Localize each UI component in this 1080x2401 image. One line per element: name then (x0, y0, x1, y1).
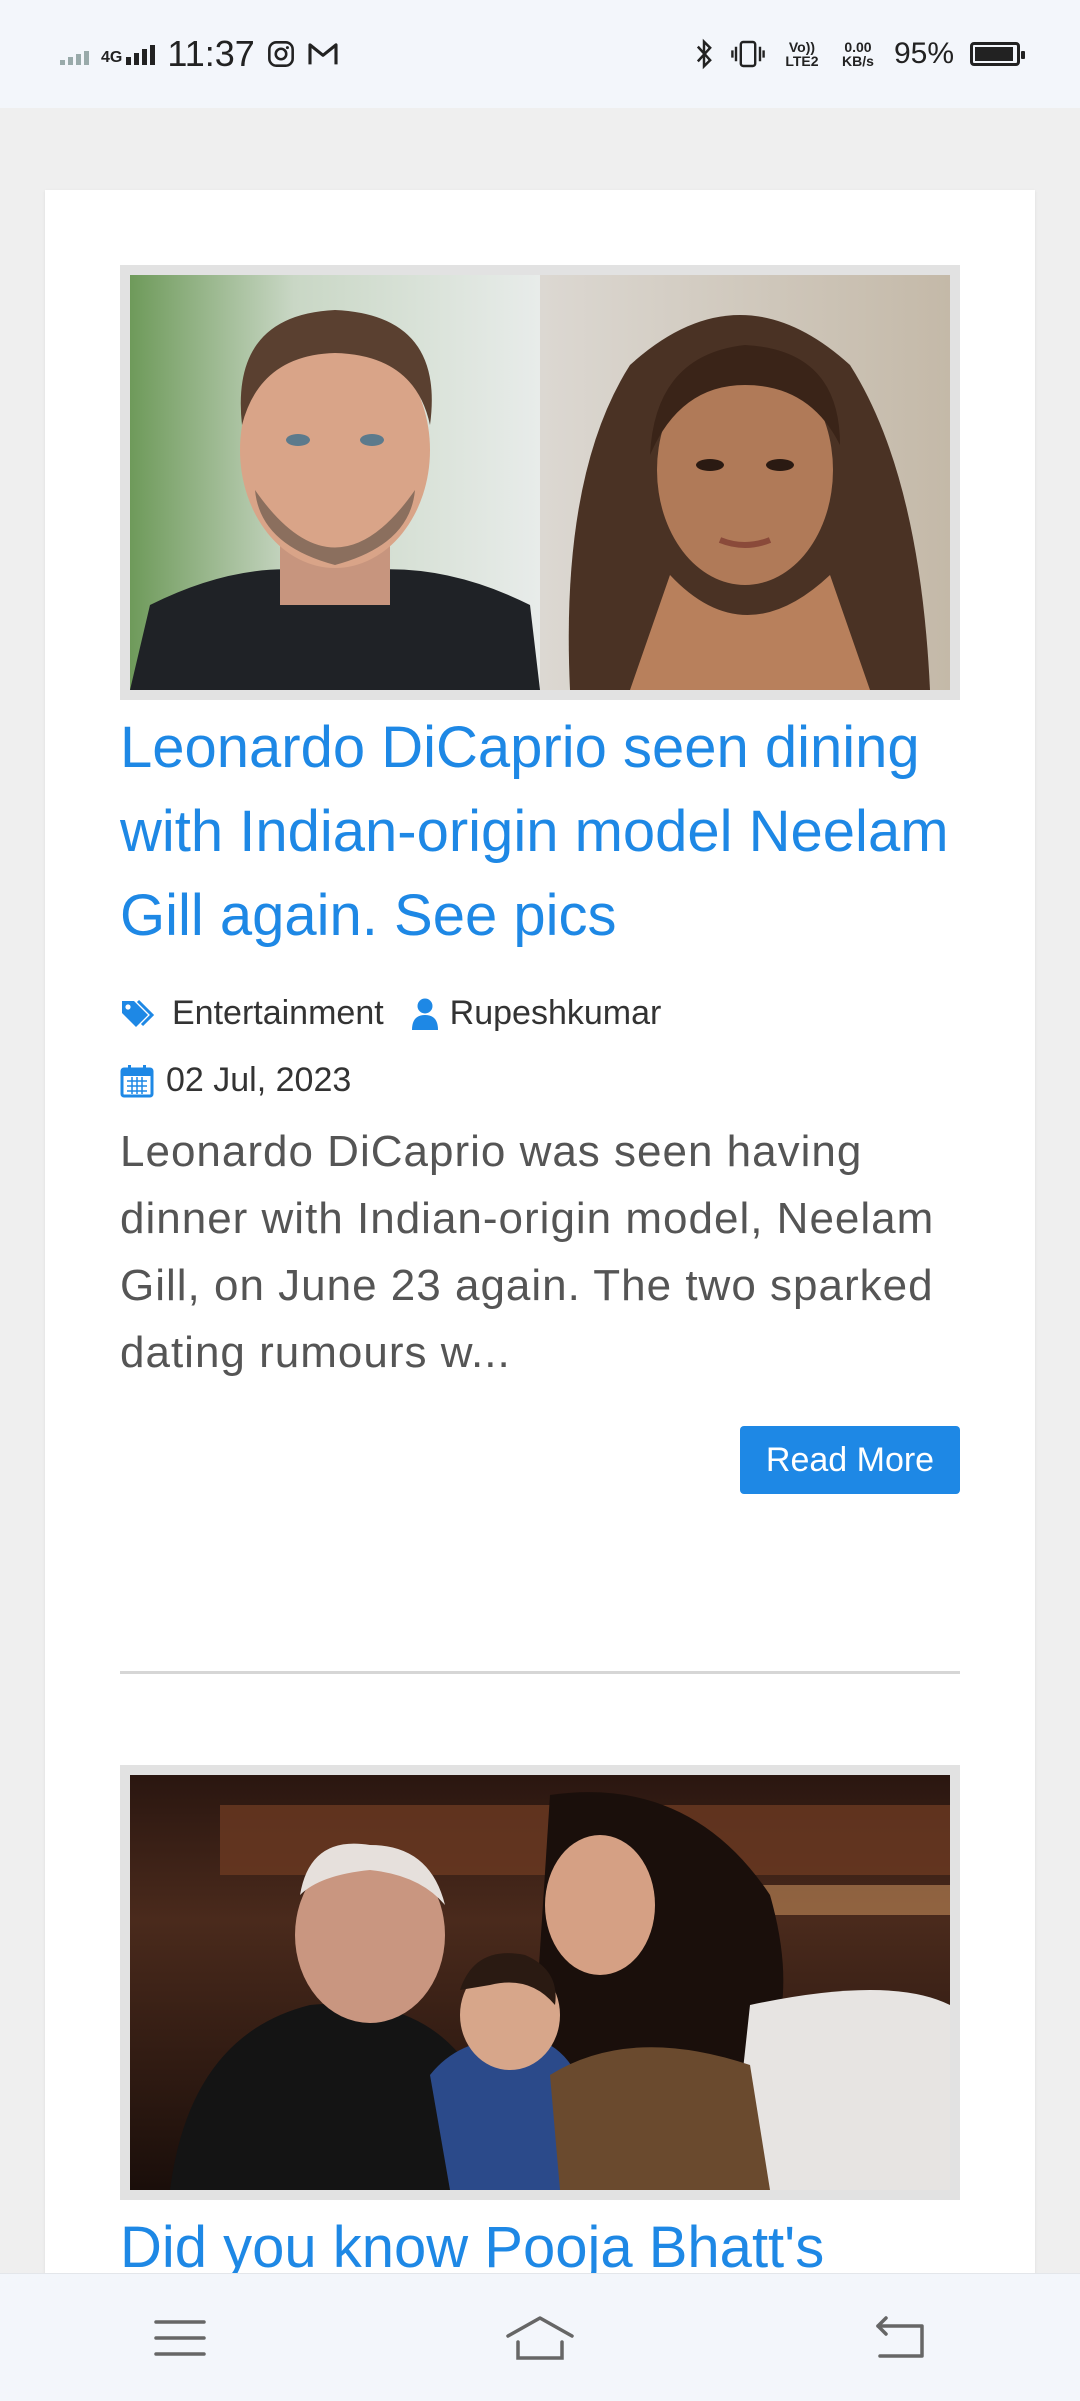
calendar-icon (120, 1064, 154, 1097)
author-label: Rupeshkumar (449, 994, 662, 1032)
date-label: 02 Jul, 2023 (166, 1061, 352, 1099)
signal-weak-icon (60, 43, 89, 65)
photo-woman (540, 275, 950, 690)
post-category[interactable]: Entertainment (120, 994, 384, 1033)
post-item: Leonardo DiCaprio seen dining with India… (120, 265, 960, 1494)
back-icon (876, 2315, 924, 2358)
category-label: Entertainment (172, 994, 384, 1032)
home-icon (506, 2315, 574, 2360)
post-item: Did you know Pooja Bhatt's (120, 1765, 960, 2290)
battery-icon (970, 42, 1025, 66)
photo-man (130, 275, 540, 690)
instagram-icon (267, 41, 294, 67)
post-divider (120, 1671, 960, 1674)
menu-icon (154, 2319, 206, 2356)
volte-indicator: Vo)) LTE2 (785, 39, 819, 69)
vibrate-icon (731, 40, 765, 68)
network-speed: 0.00 KB/s (838, 40, 878, 68)
signal-icon: 4G (101, 43, 156, 66)
status-bar: 4G 11:37 Vo)) LTE2 0.00 KB/s 95% (0, 0, 1080, 108)
photo-family (130, 1775, 950, 2190)
read-more-button[interactable]: Read More (740, 1426, 960, 1494)
home-button[interactable] (480, 2298, 600, 2378)
tags-icon (122, 999, 155, 1027)
speed-unit: KB/s (842, 53, 874, 69)
user-icon (411, 998, 438, 1030)
battery-percent: 95% (893, 37, 954, 70)
post-date: 02 Jul, 2023 (120, 1061, 960, 1100)
post-list-card: Leonardo DiCaprio seen dining with India… (45, 190, 1035, 2290)
clock: 11:37 (167, 33, 255, 74)
post-author[interactable]: Rupeshkumar (411, 994, 662, 1033)
post-excerpt: Leonardo DiCaprio was seen having dinner… (120, 1127, 935, 1377)
post-meta: Entertainment Rupeshkumar (120, 994, 960, 1033)
bluetooth-icon (696, 38, 712, 70)
navigation-bar (0, 2273, 1080, 2401)
speed-value: 0.00 (844, 39, 872, 55)
post-thumbnail[interactable] (120, 1765, 960, 2200)
post-title-link[interactable]: Leonardo DiCaprio seen dining with India… (120, 706, 960, 958)
menu-button[interactable] (120, 2298, 240, 2378)
gmail-icon (308, 43, 338, 65)
back-button[interactable] (840, 2298, 960, 2378)
post-thumbnail[interactable] (120, 265, 960, 700)
network-type: 4G (101, 49, 123, 66)
